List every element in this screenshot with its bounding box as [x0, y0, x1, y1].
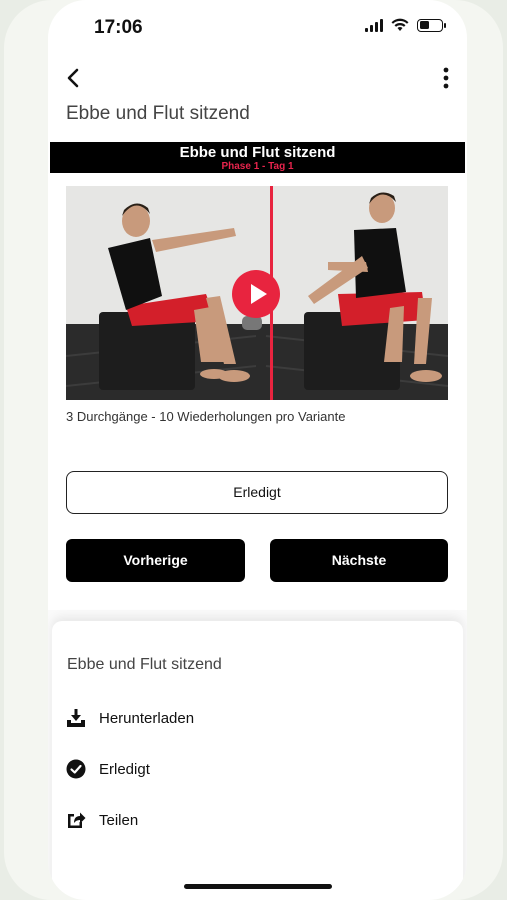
play-button[interactable]: [232, 270, 280, 318]
page-title: Ebbe und Flut sitzend: [66, 103, 250, 124]
phone-frame: 17:06 Ebbe und Flut sitzend Ebbe und Flu…: [4, 0, 503, 900]
exercise-video-thumbnail[interactable]: [66, 186, 448, 400]
sheet-item-label: Herunterladen: [99, 709, 195, 727]
next-button[interactable]: Nächste: [270, 539, 448, 582]
sheet-item-label: Erledigt: [99, 760, 150, 778]
home-indicator[interactable]: [184, 884, 332, 889]
sheet-item-done[interactable]: Erledigt: [66, 757, 150, 781]
cellular-signal-icon: [365, 18, 383, 32]
more-options-icon[interactable]: [441, 66, 451, 90]
battery-icon: [417, 18, 446, 32]
download-icon: [67, 709, 85, 727]
sheet-item-label: Teilen: [99, 811, 139, 829]
sheet-title: Ebbe und Flut sitzend: [67, 656, 222, 673]
exercise-banner: Ebbe und Flut sitzend Phase 1 - Tag 1: [50, 142, 465, 173]
status-icons: [365, 18, 446, 32]
exercise-reps: 3 Durchgänge - 10 Wiederholungen pro Var…: [66, 409, 346, 424]
sheet-item-download[interactable]: Herunterladen: [66, 706, 194, 730]
banner-subtitle: Phase 1 - Tag 1: [221, 161, 294, 172]
battery-fill: [419, 21, 429, 29]
action-sheet: Ebbe und Flut sitzend Herunterladen Erle…: [52, 621, 463, 900]
wifi-icon: [391, 18, 409, 31]
check-circle-icon: [66, 759, 86, 779]
back-arrow-icon[interactable]: [64, 66, 84, 90]
status-time: 17:06: [94, 17, 143, 38]
mark-done-button[interactable]: Erledigt: [66, 471, 448, 514]
screen: 17:06 Ebbe und Flut sitzend Ebbe und Flu…: [48, 0, 467, 900]
previous-button[interactable]: Vorherige: [66, 539, 245, 582]
share-icon: [68, 812, 86, 828]
banner-title: Ebbe und Flut sitzend: [179, 144, 336, 161]
sheet-item-share[interactable]: Teilen: [66, 808, 138, 832]
